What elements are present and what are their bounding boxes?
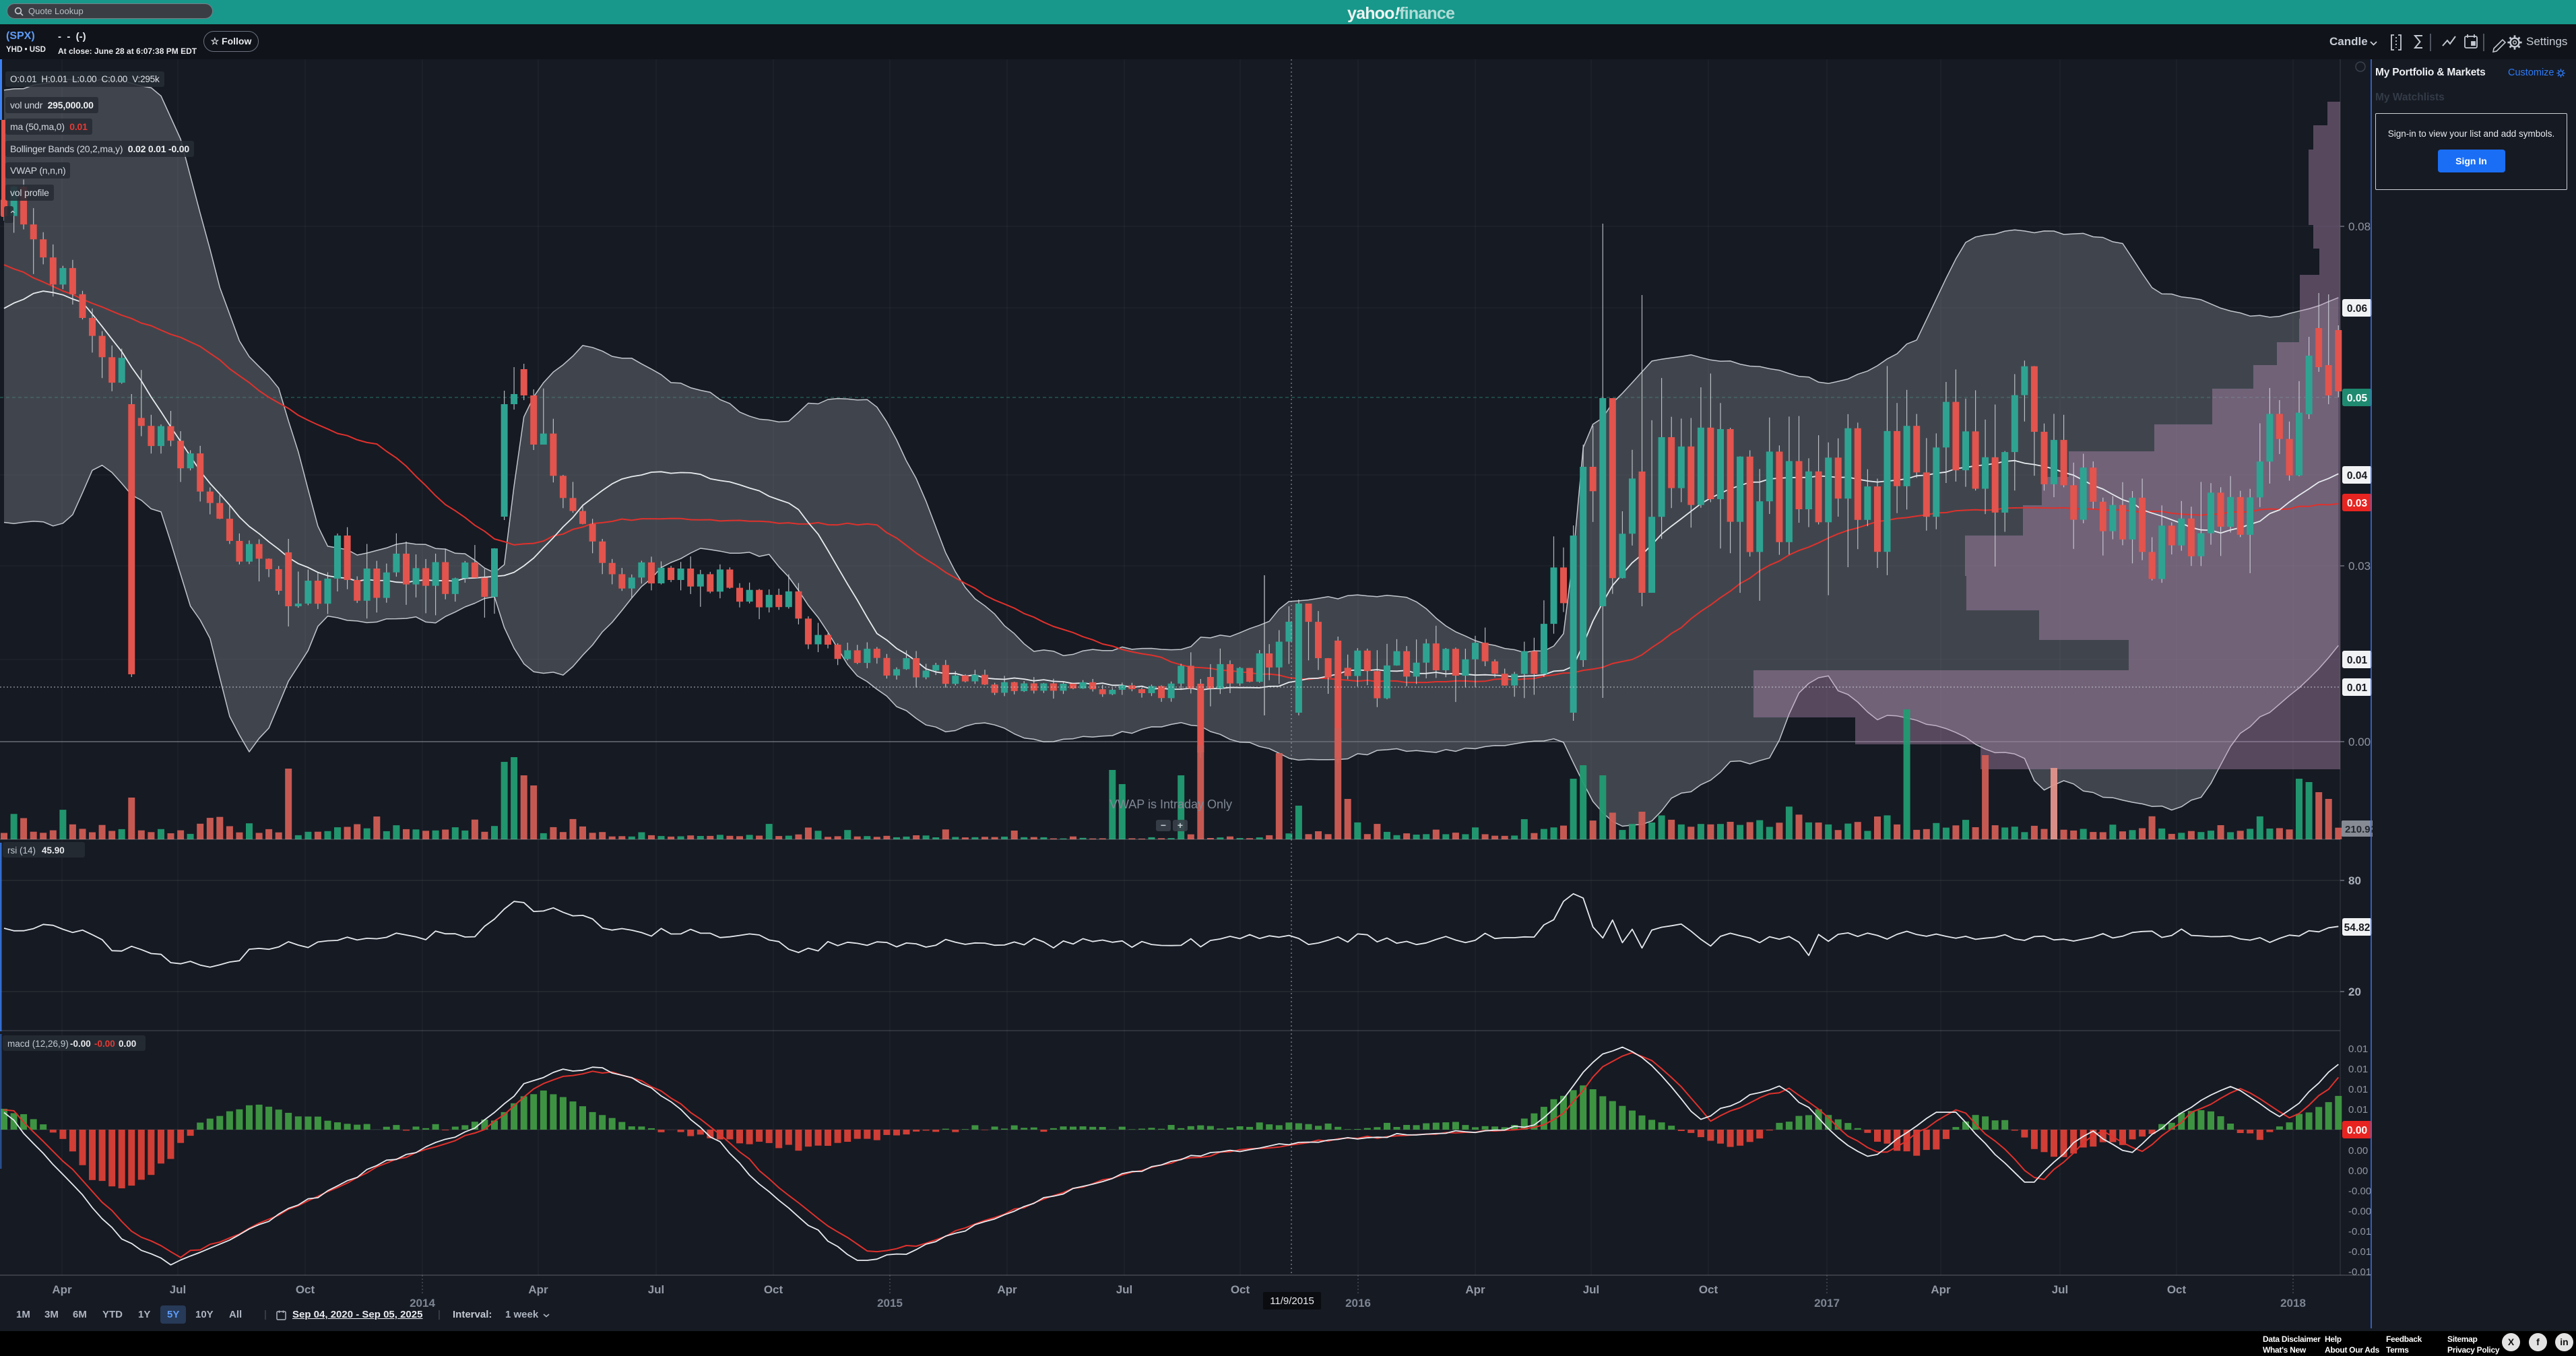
svg-text:0.08: 0.08 [2348,220,2371,233]
svg-text:+: + [1178,820,1183,831]
svg-text:Oct: Oct [1699,1283,1718,1296]
svg-text:0.01: 0.01 [2347,655,2368,666]
svg-text:0.04: 0.04 [2347,470,2368,482]
svg-text:Apr: Apr [528,1283,548,1296]
svg-text:Apr: Apr [52,1283,72,1296]
svg-text:0.01: 0.01 [2348,1043,2368,1055]
svg-text:-0.00: -0.00 [94,1039,115,1049]
svg-text:Oct: Oct [764,1283,783,1296]
svg-text:Jul: Jul [170,1283,187,1296]
svg-text:macd (12,26,9): macd (12,26,9) [7,1039,69,1049]
svg-text:Apr: Apr [997,1283,1017,1296]
svg-text:-0.01: -0.01 [2348,1266,2371,1278]
svg-text:-0.01: -0.01 [2348,1246,2371,1258]
svg-text:Apr: Apr [1931,1283,1951,1296]
svg-text:20: 20 [2348,986,2361,998]
svg-text:-0.01: -0.01 [2348,1226,2371,1237]
svg-text:0.00: 0.00 [2348,736,2371,748]
svg-text:Oct: Oct [2167,1283,2187,1296]
svg-text:VWAP is Intraday Only: VWAP is Intraday Only [1109,798,1232,811]
svg-text:0.00: 0.00 [2348,1165,2368,1177]
svg-text:−: − [1161,820,1166,831]
svg-text:Jul: Jul [2052,1283,2069,1296]
svg-text:-0.00: -0.00 [2348,1186,2371,1197]
svg-text:Oct: Oct [1231,1283,1250,1296]
svg-text:0.00: 0.00 [2347,1125,2367,1136]
svg-text:Jul: Jul [1116,1283,1133,1296]
svg-text:0.03: 0.03 [2348,560,2371,573]
svg-text:Oct: Oct [296,1283,315,1296]
svg-text:Jul: Jul [648,1283,665,1296]
svg-text:45.90: 45.90 [42,845,65,855]
svg-text:54.82: 54.82 [2344,922,2371,934]
svg-text:0.00: 0.00 [2348,1145,2368,1157]
svg-text:-0.00: -0.00 [70,1039,91,1049]
svg-text:0.01: 0.01 [2348,1084,2368,1095]
svg-text:0.01: 0.01 [2348,1064,2368,1075]
svg-text:0.01: 0.01 [2347,682,2368,694]
svg-text:0.06: 0.06 [2347,303,2368,315]
svg-text:0.03: 0.03 [2347,498,2368,509]
svg-text:0.00: 0.00 [119,1039,136,1049]
svg-text:Apr: Apr [1465,1283,1485,1296]
svg-text:-0.00: -0.00 [2348,1206,2371,1217]
svg-text:rsi (14): rsi (14) [7,845,36,855]
svg-text:80: 80 [2348,874,2361,887]
svg-text:0.05: 0.05 [2347,393,2368,404]
svg-text:Jul: Jul [1583,1283,1600,1296]
svg-text:0.01: 0.01 [2348,1104,2368,1116]
